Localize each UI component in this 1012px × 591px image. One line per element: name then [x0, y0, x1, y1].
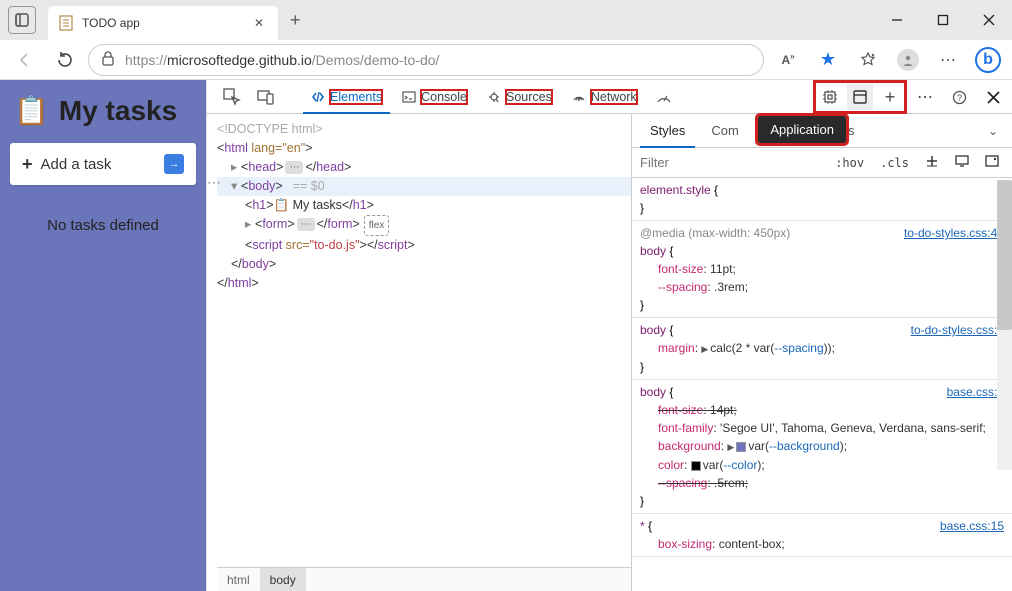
tab-elements-label: Elements [330, 90, 382, 104]
tab-performance[interactable] [649, 83, 679, 111]
css-rule-body-margin[interactable]: to-do-styles.css:1 body { margin: ▶calc(… [632, 318, 1012, 380]
devtools-help-button[interactable]: ? [946, 84, 972, 110]
new-style-rule-button[interactable] [920, 152, 944, 173]
styles-tab-styles[interactable]: Styles [640, 114, 695, 148]
lock-icon [101, 50, 115, 69]
more-tabs-button[interactable]: + [877, 84, 903, 110]
new-tab-button[interactable]: + [286, 6, 305, 35]
submit-task-button[interactable]: → [164, 154, 184, 174]
url-host: microsoftedge.github.io [167, 52, 312, 68]
tab-application-icon[interactable] [847, 84, 873, 110]
tab-memory-icon[interactable] [817, 84, 843, 110]
application-tooltip: Application [758, 116, 846, 143]
css-rule-star[interactable]: base.css:15 * { box-sizing: content-box; [632, 514, 1012, 557]
tab-console-label: Console [421, 90, 467, 104]
close-tab-button[interactable]: ✕ [250, 16, 268, 30]
clipboard-icon: 📋 [14, 94, 49, 127]
dom-breadcrumb[interactable]: html body [217, 567, 631, 591]
url-scheme: https:// [125, 52, 167, 68]
breadcrumb-html[interactable]: html [217, 568, 260, 591]
clipboard-emoji-icon: 📋 [274, 198, 290, 212]
tab-sources[interactable]: Sources [479, 80, 560, 114]
address-bar: https://microsoftedge.github.io/Demos/de… [0, 40, 1012, 80]
breadcrumb-body[interactable]: body [260, 568, 306, 591]
devtools-panel: Elements Console Sources Network [206, 80, 1012, 591]
dom-gutter-icon: ⋯ [207, 174, 222, 191]
minimize-button[interactable] [874, 0, 920, 40]
cls-toggle[interactable]: .cls [875, 154, 914, 172]
tab-network[interactable]: Network [564, 80, 645, 114]
tab-console[interactable]: Console [394, 80, 475, 114]
css-rule-media-body[interactable]: to-do-styles.css:40 @media (max-width: 4… [632, 221, 1012, 318]
devtools-close-button[interactable] [980, 84, 1006, 110]
add-task-input[interactable]: + Add a task → [10, 143, 196, 185]
css-rule-body-base[interactable]: base.css:1 body { font-size: 14pt; font-… [632, 380, 1012, 514]
close-window-button[interactable] [966, 0, 1012, 40]
device-toggle-button[interactable] [251, 83, 281, 111]
tab-network-label: Network [591, 90, 637, 104]
favicon-icon [58, 15, 74, 31]
inspect-element-button[interactable] [217, 83, 247, 111]
tab-overview-button[interactable] [8, 6, 36, 34]
favorite-button[interactable]: ★ [812, 44, 844, 76]
refresh-button[interactable] [48, 44, 80, 76]
collections-button[interactable] [852, 44, 884, 76]
empty-state-text: No tasks defined [0, 217, 206, 234]
back-button[interactable] [8, 44, 40, 76]
styles-tab-computed[interactable]: Com [701, 114, 748, 148]
add-task-label: Add a task [41, 156, 164, 173]
devtools-more-button[interactable]: ⋯ [912, 84, 938, 110]
devtools-tabs: Elements Console Sources Network [207, 80, 1012, 114]
browser-tab[interactable]: TODO app ✕ [48, 6, 278, 40]
bing-button[interactable]: b [972, 44, 1004, 76]
styles-scrollbar[interactable] [997, 180, 1012, 470]
css-source-link[interactable]: base.css:15 [940, 517, 1004, 535]
css-source-link[interactable]: to-do-styles.css:40 [904, 224, 1004, 242]
css-rule-element-style[interactable]: element.style {} [632, 178, 1012, 221]
css-source-link[interactable]: base.css:1 [947, 383, 1004, 401]
reader-mode-button[interactable]: A» [772, 44, 804, 76]
app-content: 📋 My tasks + Add a task → No tasks defin… [0, 80, 206, 591]
page-title: My tasks [59, 95, 177, 127]
css-source-link[interactable]: to-do-styles.css:1 [911, 321, 1004, 339]
tab-title: TODO app [82, 16, 250, 30]
more-button[interactable]: ⋯ [932, 44, 964, 76]
dom-tree[interactable]: ⋯ <!DOCTYPE html> <html lang="en"> ▸<hea… [207, 114, 632, 591]
toggle-rendering-button[interactable] [980, 153, 1004, 172]
tab-sources-label: Sources [506, 90, 552, 104]
tab-elements[interactable]: Elements [303, 80, 390, 114]
dom-doctype: <!DOCTYPE html> [217, 122, 323, 136]
url-path: /Demos/demo-to-do/ [312, 52, 440, 68]
svg-text:?: ? [956, 93, 961, 103]
plus-icon: + [22, 154, 33, 175]
styles-filter-input[interactable] [640, 155, 824, 170]
computed-styles-button[interactable] [950, 153, 974, 172]
profile-button[interactable] [892, 44, 924, 76]
window-titlebar: TODO app ✕ + [0, 0, 1012, 40]
styles-panel: Styles Com Event Listeners ⌄ :hov .cls e… [632, 114, 1012, 591]
maximize-button[interactable] [920, 0, 966, 40]
url-field[interactable]: https://microsoftedge.github.io/Demos/de… [88, 44, 764, 76]
styles-overflow-button[interactable]: ⌄ [982, 124, 1004, 138]
hov-toggle[interactable]: :hov [830, 154, 869, 172]
